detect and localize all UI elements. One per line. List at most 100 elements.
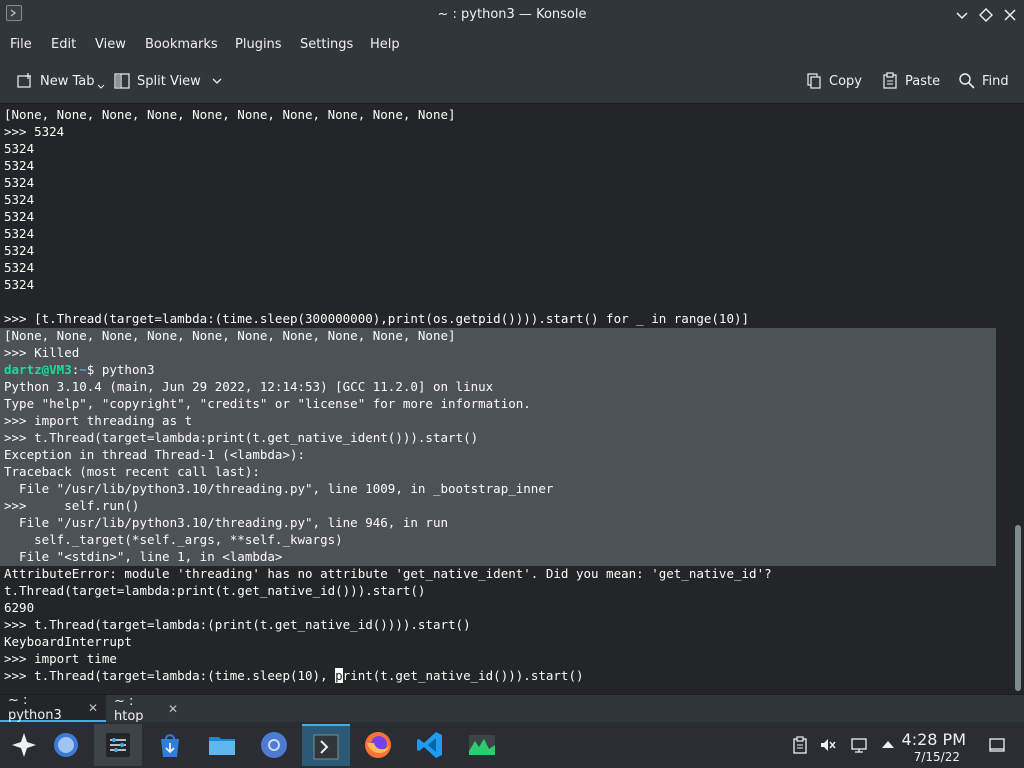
terminal-line: File "/usr/lib/python3.10/threading.py",… bbox=[4, 515, 449, 530]
paste-label: Paste bbox=[905, 73, 941, 89]
terminal-line: >>> import threading as t bbox=[4, 413, 193, 428]
chevron-down-icon bbox=[97, 84, 104, 89]
menu-help[interactable]: Help bbox=[370, 37, 400, 52]
konsole-button[interactable] bbox=[302, 724, 350, 766]
terminal-line: >>> import time bbox=[4, 651, 117, 666]
terminal-current-input[interactable]: >>> t.Thread(target=lambda:(time.sleep(1… bbox=[4, 667, 584, 684]
system-settings-icon bbox=[106, 733, 130, 757]
copy-button[interactable]: Copy bbox=[805, 70, 862, 92]
app-launcher-button[interactable] bbox=[0, 724, 48, 766]
close-tab-icon[interactable]: ✕ bbox=[88, 701, 98, 715]
menu-bookmarks[interactable]: Bookmarks bbox=[145, 37, 218, 52]
terminal-line: >>> t.Thread(target=lambda:(print(t.get_… bbox=[4, 617, 471, 632]
diamond-icon bbox=[979, 8, 993, 22]
input-after-cursor: rint(t.get_native_id())).start() bbox=[342, 668, 584, 683]
clock-time[interactable]: 4:28 PM bbox=[902, 730, 966, 749]
konsole-icon bbox=[313, 734, 339, 760]
prompt-command: python3 bbox=[101, 362, 155, 377]
text-cursor: p bbox=[335, 668, 343, 683]
app-launcher-icon bbox=[12, 733, 36, 757]
new-tab-icon bbox=[17, 73, 31, 88]
copy-icon bbox=[807, 73, 821, 89]
tab-python3[interactable]: ~ : python3 ✕ bbox=[0, 693, 106, 723]
shell-prompt-line: dartz@VM3:~$ python3 bbox=[4, 361, 155, 378]
terminal-line: >>> t.Thread(target=lambda:print(t.get_n… bbox=[4, 430, 479, 445]
input-before-cursor: >>> t.Thread(target=lambda:(time.sleep(1… bbox=[4, 668, 336, 683]
terminal-line: self._target(*self._args, **self._kwargs… bbox=[4, 532, 343, 547]
terminal-line: 5324 bbox=[4, 158, 35, 173]
terminal-line: AttributeError: module 'threading' has n… bbox=[4, 566, 772, 581]
search-icon bbox=[959, 73, 975, 89]
new-tab-button[interactable]: New Tab bbox=[16, 70, 105, 92]
discover-button[interactable] bbox=[146, 724, 194, 766]
firefox-button[interactable] bbox=[354, 724, 402, 766]
find-button[interactable]: Find bbox=[958, 70, 1009, 92]
pager-icon bbox=[54, 733, 78, 757]
terminal-line: 6290 bbox=[4, 600, 35, 615]
terminal-line: [None, None, None, None, None, None, Non… bbox=[4, 107, 456, 122]
find-label: Find bbox=[982, 73, 1009, 89]
clipboard-icon[interactable] bbox=[791, 736, 809, 754]
terminal-line: 5324 bbox=[4, 243, 35, 258]
terminal-line: 5324 bbox=[4, 277, 35, 292]
firefox-icon bbox=[365, 732, 391, 758]
terminal-line: >>> Killed bbox=[4, 345, 80, 360]
network-wired-icon[interactable] bbox=[850, 736, 868, 754]
show-desktop-icon[interactable] bbox=[988, 736, 1006, 754]
terminal-line: Traceback (most recent call last): bbox=[4, 464, 260, 479]
close-button[interactable] bbox=[1000, 5, 1020, 25]
prompt-user: dartz@VM3 bbox=[4, 362, 72, 377]
close-icon bbox=[1004, 9, 1016, 21]
tab-label: ~ : htop bbox=[114, 693, 144, 724]
split-view-label: Split View bbox=[137, 73, 201, 89]
terminal-line: 5324 bbox=[4, 226, 35, 241]
terminal-line: >>> 5324 bbox=[4, 124, 65, 139]
vscode-button[interactable] bbox=[406, 724, 454, 766]
system-settings-button[interactable] bbox=[94, 724, 142, 766]
terminal-line: [None, None, None, None, None, None, Non… bbox=[4, 328, 456, 343]
dolphin-icon bbox=[209, 737, 235, 755]
terminal-view[interactable]: [None, None, None, None, None, None, Non… bbox=[0, 105, 1024, 694]
dolphin-button[interactable] bbox=[198, 724, 246, 766]
tab-htop[interactable]: ~ : htop ✕ bbox=[106, 693, 186, 724]
tab-bar: ~ : python3 ✕ ~ : htop ✕ bbox=[0, 693, 1024, 724]
close-tab-icon[interactable]: ✕ bbox=[168, 702, 178, 716]
system-monitor-button[interactable] bbox=[458, 724, 506, 766]
menu-bar: File Edit View Bookmarks Plugins Setting… bbox=[0, 30, 1024, 58]
new-tab-label: New Tab bbox=[40, 73, 95, 89]
menu-settings[interactable]: Settings bbox=[300, 37, 353, 52]
paste-button[interactable]: Paste bbox=[881, 70, 940, 92]
maximize-button[interactable] bbox=[976, 5, 996, 25]
menu-edit[interactable]: Edit bbox=[51, 37, 76, 52]
terminal-line: File "/usr/lib/python3.10/threading.py",… bbox=[4, 481, 554, 496]
terminal-line: 5324 bbox=[4, 192, 35, 207]
terminal-line: 5324 bbox=[4, 260, 35, 275]
split-view-button[interactable]: Split View bbox=[113, 70, 223, 92]
prompt-dollar: $ bbox=[86, 362, 102, 377]
chromium-button[interactable] bbox=[250, 724, 298, 766]
minimize-button[interactable] bbox=[952, 5, 972, 25]
volume-muted-icon[interactable] bbox=[819, 736, 837, 754]
clock-date[interactable]: 7/15/22 bbox=[914, 750, 960, 764]
terminal-line: Exception in thread Thread-1 (<lambda>): bbox=[4, 447, 306, 462]
prompt-path: ~ bbox=[79, 362, 87, 377]
terminal-line: 5324 bbox=[4, 209, 35, 224]
menu-view[interactable]: View bbox=[95, 37, 126, 52]
terminal-line: 5324 bbox=[4, 141, 35, 156]
copy-label: Copy bbox=[829, 73, 862, 89]
terminal-line: >>> [t.Thread(target=lambda:(time.sleep(… bbox=[4, 311, 750, 326]
title-bar: ~ : python3 — Konsole bbox=[0, 0, 1024, 30]
terminal-line: Python 3.10.4 (main, Jun 29 2022, 12:14:… bbox=[4, 379, 494, 394]
split-view-icon bbox=[114, 73, 130, 89]
vscode-icon bbox=[417, 732, 442, 758]
menu-file[interactable]: File bbox=[10, 37, 32, 52]
terminal-scrollbar[interactable] bbox=[1015, 525, 1021, 691]
chevron-up-icon[interactable] bbox=[879, 736, 897, 754]
chromium-icon bbox=[261, 732, 287, 758]
system-monitor-icon bbox=[469, 735, 495, 755]
pager-button[interactable] bbox=[42, 724, 90, 766]
window-title: ~ : python3 — Konsole bbox=[437, 7, 587, 22]
menu-plugins[interactable]: Plugins bbox=[235, 37, 282, 52]
terminal-line: File "<stdin>", line 1, in <lambda> bbox=[4, 549, 283, 564]
terminal-line: 5324 bbox=[4, 175, 35, 190]
